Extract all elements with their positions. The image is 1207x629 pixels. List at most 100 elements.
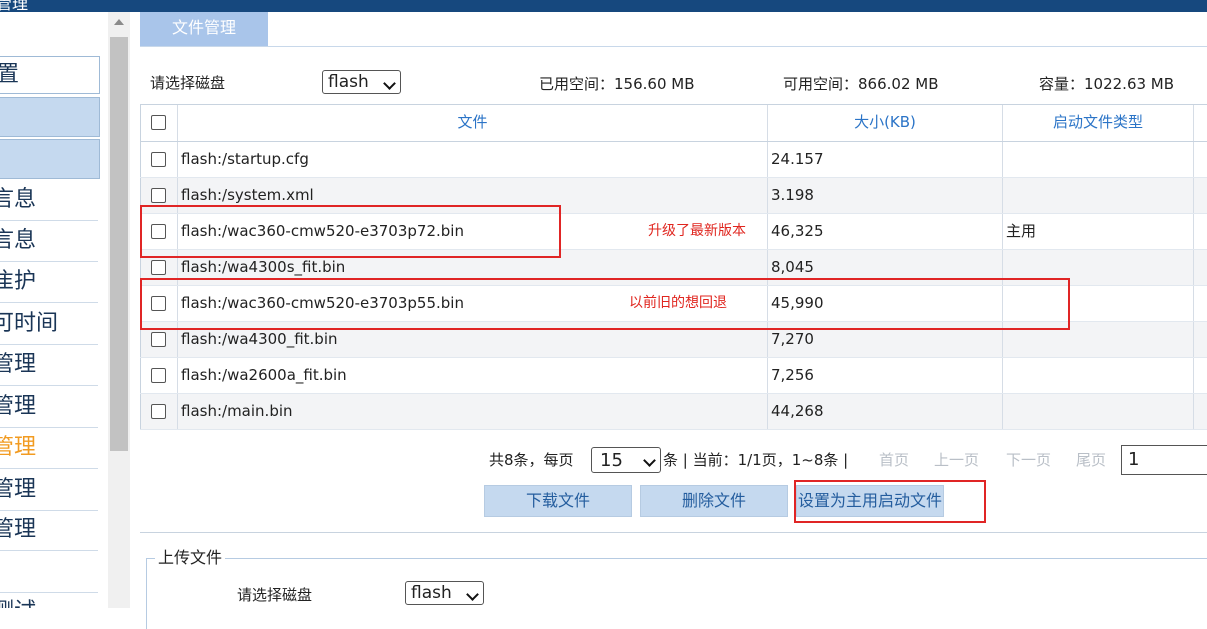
sidebar-item-label: 隹护 bbox=[0, 269, 37, 294]
sidebar-item-11[interactable]: 管理 bbox=[0, 510, 98, 551]
header-extra bbox=[1193, 105, 1207, 141]
chevron-down-icon bbox=[643, 454, 656, 467]
upload-legend: 上传文件 bbox=[155, 548, 226, 568]
upload-fieldset: 上传文件 请选择磁盘 flash bbox=[146, 548, 1207, 629]
file-size: 24.157 bbox=[767, 142, 1002, 177]
capacity: 容量：1022.63 MB bbox=[1039, 75, 1175, 93]
row-checkbox[interactable] bbox=[151, 188, 166, 203]
pager-first[interactable]: 首页 bbox=[879, 450, 909, 470]
sidebar-item-label: 言息 bbox=[0, 187, 37, 212]
sidebar-item-9-active[interactable]: 管理 bbox=[0, 428, 98, 469]
row-extra bbox=[1193, 178, 1207, 213]
boot-type bbox=[1002, 178, 1193, 213]
boot-type: 主用 bbox=[1002, 214, 1193, 249]
boot-type bbox=[1002, 142, 1193, 177]
checkbox-cell bbox=[140, 358, 177, 393]
checkbox-cell bbox=[140, 142, 177, 177]
sidebar-item-6[interactable]: 可时间 bbox=[0, 304, 98, 345]
upload-disk-select[interactable]: flash bbox=[405, 581, 484, 605]
sidebar-item-13[interactable]: 测试 bbox=[0, 592, 98, 608]
table-row[interactable]: flash:/wa2600a_fit.bin 7,256 bbox=[140, 358, 1207, 394]
highlight-box-upgraded bbox=[140, 205, 561, 258]
upload-disk-label: 请选择磁盘 bbox=[237, 586, 313, 604]
sidebar-item-2[interactable] bbox=[0, 139, 100, 179]
sidebar-item-0[interactable]: 置 bbox=[0, 56, 100, 94]
sidebar-item-label: 置 bbox=[0, 62, 20, 87]
header-file[interactable]: 文件 bbox=[177, 105, 767, 141]
table-row[interactable]: flash:/startup.cfg 24.157 bbox=[140, 142, 1207, 178]
row-extra bbox=[1193, 214, 1207, 249]
disk-select[interactable]: flash bbox=[322, 70, 401, 94]
title-bar: 管理 bbox=[0, 0, 1207, 12]
sidebar-item-label: 测试 bbox=[0, 599, 36, 608]
upload-disk-value: flash bbox=[411, 583, 452, 603]
tab-file-management[interactable]: 文件管理 bbox=[140, 12, 268, 47]
row-checkbox[interactable] bbox=[151, 152, 166, 167]
scroll-thumb[interactable] bbox=[110, 37, 128, 451]
highlight-box-set-main bbox=[794, 480, 986, 523]
sidebar: 置 言息 言息 隹护 可时间 管理 管理 管理 管理 管理 测试 bbox=[0, 12, 108, 608]
disk-select-label: 请选择磁盘 bbox=[150, 74, 226, 92]
row-extra bbox=[1193, 358, 1207, 393]
scroll-up-icon[interactable] bbox=[114, 19, 124, 25]
sidebar-item-label: 管理 bbox=[0, 517, 37, 542]
per-page-select[interactable]: 15 bbox=[591, 447, 661, 473]
row-extra bbox=[1193, 394, 1207, 429]
sidebar-item-10[interactable]: 管理 bbox=[0, 470, 98, 511]
sidebar-item-12[interactable] bbox=[0, 552, 98, 593]
row-checkbox[interactable] bbox=[151, 332, 166, 347]
main-panel: 文件管理 请选择磁盘 flash 已用空间：156.60 MB 可用空间：866… bbox=[130, 12, 1207, 629]
used-space: 已用空间：156.60 MB bbox=[539, 75, 695, 93]
pager-summary: 条 | 当前：1/1页，1~8条 | bbox=[663, 451, 849, 469]
per-page-value: 15 bbox=[600, 450, 623, 471]
sidebar-item-7[interactable]: 管理 bbox=[0, 345, 98, 386]
chevron-down-icon bbox=[466, 588, 479, 601]
file-size: 46,325 bbox=[767, 214, 1002, 249]
tab-divider bbox=[140, 46, 1207, 47]
file-size: 7,256 bbox=[767, 358, 1002, 393]
pagination-bar: 共8条，每页 15 条 | 当前：1/1页，1~8条 | 首页 上一页 下一页 … bbox=[140, 437, 1207, 533]
sidebar-item-label: 言息 bbox=[0, 228, 37, 253]
sidebar-item-label: 管理 bbox=[0, 477, 37, 502]
file-name: flash:/main.bin bbox=[177, 394, 767, 429]
header-checkbox-cell bbox=[140, 105, 177, 141]
header-size[interactable]: 大小(KB) bbox=[767, 105, 1002, 141]
page-number-input[interactable]: 1 bbox=[1121, 445, 1207, 475]
pager-prev[interactable]: 上一页 bbox=[934, 450, 979, 470]
row-checkbox[interactable] bbox=[151, 368, 166, 383]
window-title: 管理 bbox=[0, 0, 29, 12]
row-checkbox[interactable] bbox=[151, 260, 166, 275]
file-name: flash:/wa2600a_fit.bin bbox=[177, 358, 767, 393]
sidebar-item-label: 管理 bbox=[0, 394, 37, 419]
header-boot-type[interactable]: 启动文件类型 bbox=[1002, 105, 1193, 141]
row-extra bbox=[1193, 286, 1207, 321]
highlight-box-rollback bbox=[140, 278, 1070, 330]
file-name: flash:/startup.cfg bbox=[177, 142, 767, 177]
download-file-button[interactable]: 下载文件 bbox=[484, 485, 632, 517]
sidebar-item-4[interactable]: 言息 bbox=[0, 221, 98, 262]
row-extra bbox=[1193, 322, 1207, 357]
delete-file-button[interactable]: 删除文件 bbox=[640, 485, 788, 517]
free-space: 可用空间：866.02 MB bbox=[783, 75, 939, 93]
chevron-down-icon bbox=[383, 77, 396, 90]
sidebar-item-label: 管理 bbox=[0, 435, 37, 460]
disk-info-row: 请选择磁盘 flash 已用空间：156.60 MB 可用空间：866.02 M… bbox=[140, 48, 1207, 104]
sidebar-item-8[interactable]: 管理 bbox=[0, 387, 98, 428]
disk-select-value: flash bbox=[328, 72, 369, 92]
pager-next[interactable]: 下一页 bbox=[1006, 450, 1051, 470]
table-header-row: 文件 大小(KB) 启动文件类型 bbox=[140, 105, 1207, 142]
row-extra bbox=[1193, 142, 1207, 177]
pager-last[interactable]: 尾页 bbox=[1076, 450, 1106, 470]
sidebar-item-5[interactable]: 隹护 bbox=[0, 262, 98, 303]
pager-total: 共8条，每页 bbox=[489, 451, 574, 469]
row-checkbox[interactable] bbox=[151, 404, 166, 419]
file-table: 文件 大小(KB) 启动文件类型 flash:/startup.cfg 24.1… bbox=[140, 104, 1207, 430]
table-row[interactable]: flash:/main.bin 44,268 bbox=[140, 394, 1207, 430]
annotation-upgraded: 升级了最新版本 bbox=[648, 223, 746, 239]
boot-type bbox=[1002, 394, 1193, 429]
select-all-checkbox[interactable] bbox=[151, 115, 166, 130]
sidebar-scrollbar[interactable] bbox=[108, 12, 130, 608]
sidebar-item-3[interactable]: 言息 bbox=[0, 180, 98, 221]
sidebar-item-1[interactable] bbox=[0, 97, 100, 137]
boot-type bbox=[1002, 358, 1193, 393]
